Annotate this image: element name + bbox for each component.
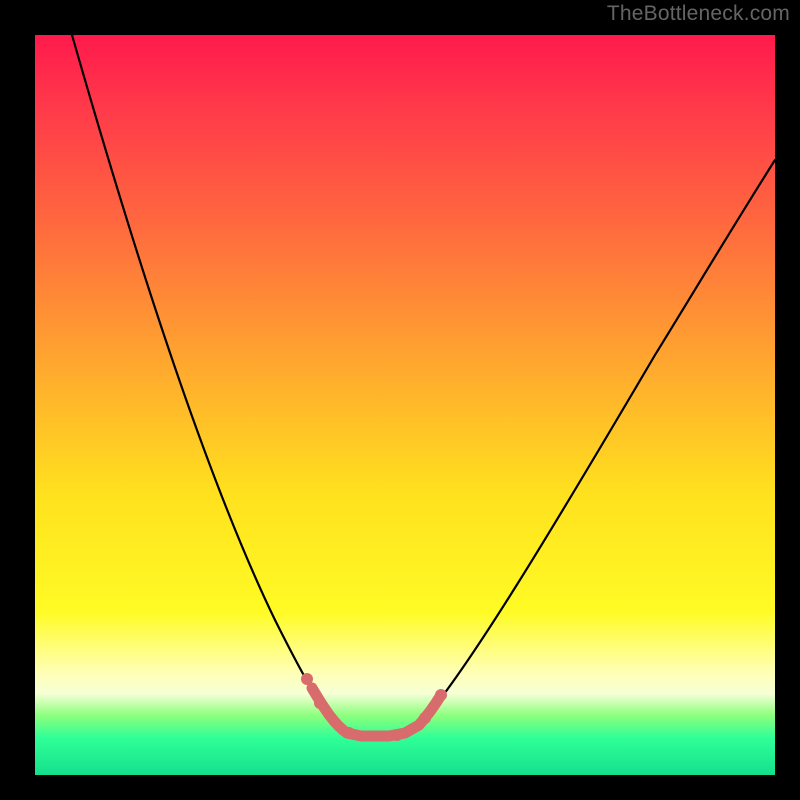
highlight-dot-left-top: [301, 673, 313, 685]
highlight-dot-left-mid: [314, 697, 326, 709]
highlight-dot-right-top: [435, 689, 447, 701]
highlight-dot-right-mid: [419, 712, 431, 724]
curve-svg: [35, 35, 775, 775]
watermark: TheBottleneck.com: [607, 2, 790, 26]
highlight-stroke: [312, 688, 441, 736]
highlight-dot-bottom-right: [391, 729, 403, 741]
highlight-dot-bottom-left: [343, 727, 355, 739]
chart-canvas: TheBottleneck.com: [0, 0, 800, 800]
bottleneck-curve: [72, 35, 775, 736]
